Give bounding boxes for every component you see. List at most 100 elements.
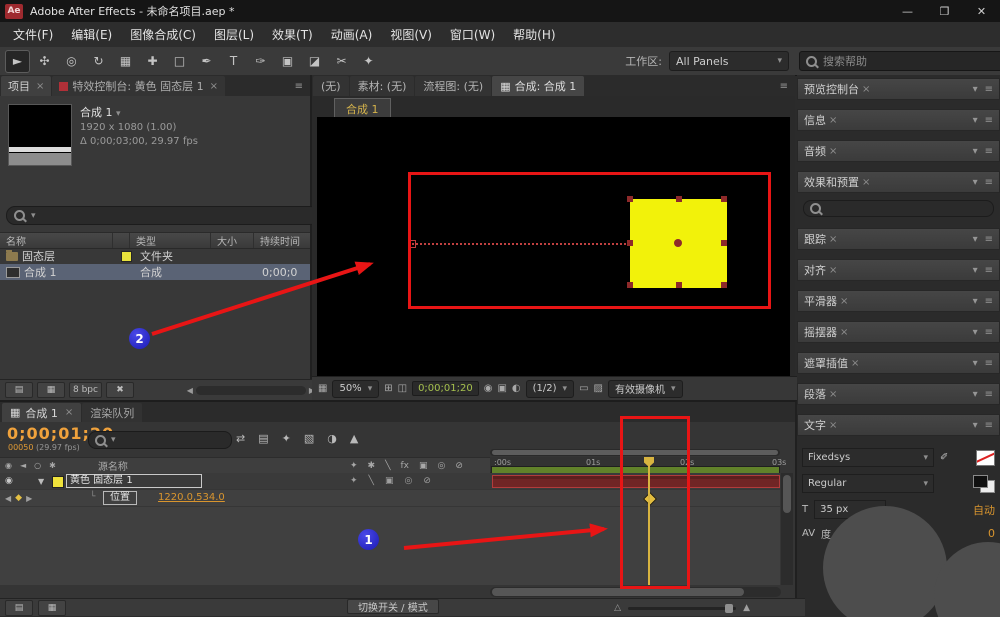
panel-header[interactable]: 段落 × ▾ ≡ (797, 383, 1000, 405)
comp-name[interactable]: 合成 1 ▾ (80, 106, 198, 121)
tab-project[interactable]: 项目 × (1, 76, 51, 96)
region-of-interest-icon[interactable]: ▭ (579, 383, 588, 394)
font-style-dropdown[interactable]: Regular ▾ (802, 474, 934, 493)
chevron-down-icon[interactable]: ▾ (973, 296, 978, 307)
active-camera-dropdown[interactable]: 有效摄像机 ▾ (608, 380, 683, 398)
tab-footage[interactable]: 素材: (无) (350, 76, 415, 96)
合成 1[interactable]: 合成 1 合成 0;00;0 (0, 264, 310, 280)
panel-header[interactable]: 平滑器 × ▾ ≡ (797, 290, 1000, 312)
expand-folder-icon[interactable]: ▦ (38, 600, 66, 616)
panel-header[interactable]: 预览控制台 × ▾ ≡ (797, 78, 1000, 100)
menu-item[interactable]: 窗口(W) (441, 23, 504, 46)
timeline-vertical-scrollbar[interactable] (781, 473, 793, 585)
menu-item[interactable]: 动画(A) (322, 23, 382, 46)
chevron-down-icon[interactable]: ▾ (973, 234, 978, 245)
close-icon[interactable]: × (851, 358, 859, 369)
lock-column-icon[interactable]: ✱ (49, 461, 56, 470)
chevron-down-icon[interactable]: ▾ (973, 327, 978, 338)
rotation-tool[interactable]: ↻ (86, 50, 111, 73)
toggle-switches-modes-button[interactable]: 切换开关 / 模式 (347, 599, 439, 614)
close-button[interactable]: ✕ (963, 0, 1000, 22)
panel-menu-icon[interactable]: ≡ (985, 234, 993, 245)
interpret-footage-icon[interactable]: ▤ (5, 382, 33, 398)
snapshot-icon[interactable]: ◉ (484, 383, 493, 394)
effects-search-input[interactable] (803, 200, 994, 217)
draft-3d-icon[interactable]: ▤ (258, 432, 268, 445)
eraser-tool[interactable]: ◪ (302, 50, 327, 73)
expand-comp-icon[interactable]: ▤ (5, 600, 33, 616)
puppet-pin-tool[interactable]: ✦ (356, 50, 381, 73)
close-icon[interactable]: × (862, 84, 870, 95)
menu-item[interactable]: 文件(F) (4, 23, 62, 46)
mask-visibility-icon[interactable]: ◫ (398, 383, 407, 394)
project-search-input[interactable]: ▾ (6, 206, 319, 225)
no-fill-swatch[interactable] (976, 450, 995, 466)
zoom-slider-handle[interactable] (725, 604, 733, 613)
layer-color-chip[interactable] (52, 476, 64, 488)
frame-blend-column-icon[interactable]: ▣ (419, 461, 428, 471)
resolution-dropdown[interactable]: (1/2) ▾ (526, 380, 574, 398)
column-type[interactable]: 类型 (130, 233, 211, 248)
project-columns-header[interactable]: 名称 类型 大小 持续时间 (0, 232, 310, 249)
panel-menu-icon[interactable]: ≡ (985, 358, 993, 369)
close-icon[interactable]: × (862, 177, 870, 188)
menu-item[interactable]: 图层(L) (205, 23, 263, 46)
bpc-button[interactable]: 8 bpc (69, 382, 102, 398)
selection-tool[interactable]: ► (5, 50, 30, 73)
chevron-down-icon[interactable]: ▾ (973, 84, 978, 95)
panel-header[interactable]: 摇摆器 × ▾ ≡ (797, 321, 1000, 343)
chevron-down-icon[interactable]: ▾ (973, 177, 978, 188)
menu-item[interactable]: 帮助(H) (504, 23, 564, 46)
panel-menu-icon[interactable]: ≡ (985, 327, 993, 338)
solo-column-icon[interactable]: ○ (34, 461, 41, 470)
zoom-in-icon[interactable]: ▲ (743, 603, 750, 613)
video-column-icon[interactable]: ◉ (5, 461, 12, 470)
close-icon[interactable]: × (65, 407, 73, 418)
panel-header[interactable]: 文字 × ▾ ≡ (797, 414, 1000, 436)
panel-header[interactable]: 跟踪 × ▾ ≡ (797, 228, 1000, 250)
panel-menu-icon[interactable]: ≡ (985, 177, 993, 188)
twirl-icon[interactable]: ▼ (38, 477, 44, 486)
trash-icon[interactable]: ✖ (106, 382, 134, 398)
close-icon[interactable]: × (829, 265, 837, 276)
panel-menu-icon[interactable]: ≡ (985, 115, 993, 126)
close-icon[interactable]: × (829, 234, 837, 245)
text-color-swatches[interactable] (973, 475, 995, 493)
minimize-button[interactable]: — (889, 0, 926, 22)
menu-item[interactable]: 图像合成(C) (121, 23, 205, 46)
shy-column-icon[interactable]: ✦ (350, 461, 358, 471)
chevron-down-icon[interactable]: ▾ (973, 146, 978, 157)
comp-mini-tab[interactable]: 合成 1 (334, 98, 391, 118)
workspace-dropdown[interactable]: All Panels ▾ (669, 51, 789, 71)
close-icon[interactable]: × (840, 327, 848, 338)
tab-timeline-comp[interactable]: ▦ 合成 1 × (2, 403, 81, 422)
font-family-dropdown[interactable]: Fixedsys ▾ (802, 448, 934, 467)
lock-icon[interactable]: ▦ (500, 80, 510, 93)
clone-stamp-tool[interactable]: ▣ (275, 50, 300, 73)
graph-editor-icon[interactable]: ▲ (350, 432, 358, 445)
layer-frame-blend-icon[interactable]: ▣ (385, 476, 394, 486)
panel-menu-icon[interactable]: ≡ (985, 296, 993, 307)
pan-behind-tool[interactable]: ✚ (140, 50, 165, 73)
panel-header[interactable]: 信息 × ▾ ≡ (797, 109, 1000, 131)
layer-adjustment-icon[interactable]: ⊘ (423, 476, 431, 486)
always-preview-icon[interactable]: ▦ (318, 383, 327, 394)
panel-header[interactable]: 音频 × ▾ ≡ (797, 140, 1000, 162)
tab-render-queue[interactable]: 渲染队列 (82, 403, 142, 422)
eye-icon[interactable]: ◉ (5, 476, 13, 486)
source-name-column[interactable]: 源名称 (98, 458, 128, 473)
panel-menu-icon[interactable]: ≡ (780, 81, 795, 96)
timeline-search-input[interactable]: ▾ (88, 431, 232, 449)
shape-tool[interactable]: □ (167, 50, 192, 73)
property-value[interactable]: 1220.0,534.0 (158, 492, 225, 503)
layer-quality-icon[interactable]: ╲ (369, 476, 374, 486)
column-size[interactable]: 大小 (211, 233, 254, 248)
channels-icon[interactable]: ◐ (512, 383, 521, 394)
固态层[interactable]: 固态层 文件夹 (0, 248, 310, 264)
menu-item[interactable]: 效果(T) (263, 23, 322, 46)
quality-column-icon[interactable]: ╲ (385, 461, 390, 471)
chevron-down-icon[interactable]: ▾ (973, 389, 978, 400)
motion-blur-icon[interactable]: ◑ (327, 432, 337, 445)
layer-motion-blur-icon[interactable]: ◎ (404, 476, 412, 486)
column-label[interactable] (113, 233, 130, 248)
